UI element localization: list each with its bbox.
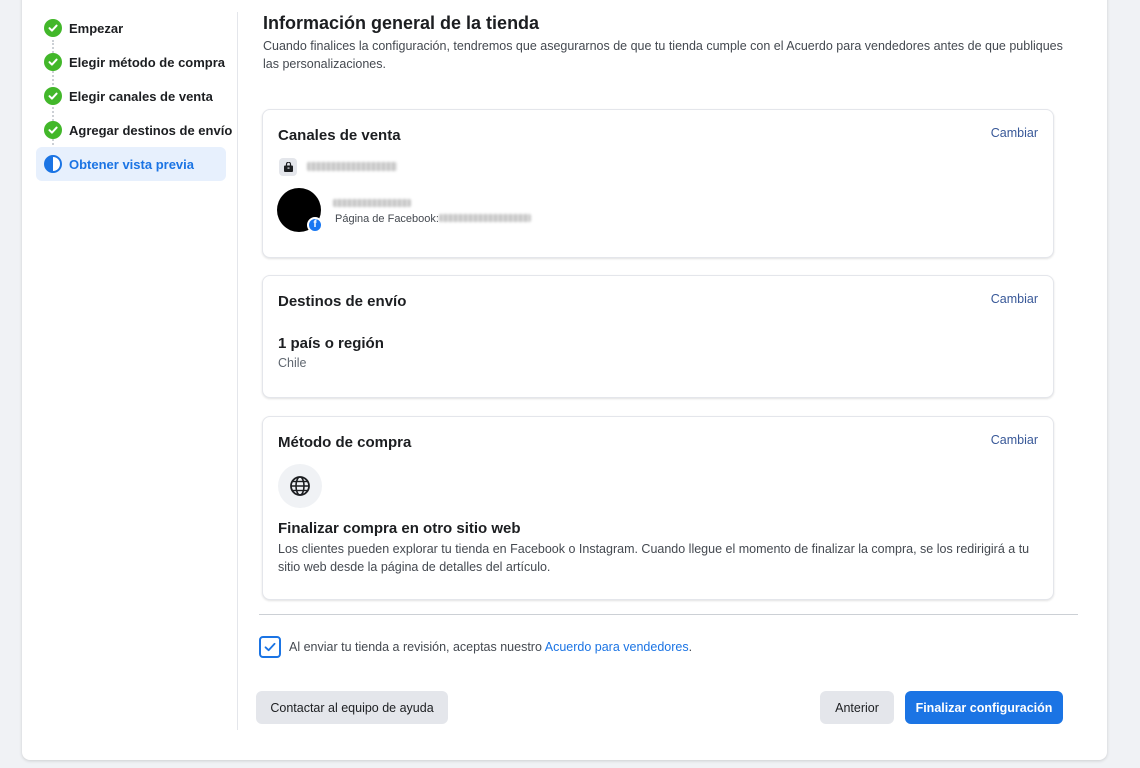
checkmark-icon [264, 642, 276, 652]
region-list: Chile [278, 356, 307, 370]
half-circle-icon [44, 155, 62, 173]
step-label: Elegir canales de venta [69, 88, 213, 104]
change-shipping-link[interactable]: Cambiar [991, 292, 1038, 306]
sales-channels-card: Canales de venta Cambiar f Página de Fac… [262, 109, 1054, 258]
step-elegir-metodo-compra[interactable]: Elegir método de compra [36, 45, 226, 79]
seller-agreement-link[interactable]: Acuerdo para vendedores [545, 640, 689, 654]
step-label: Obtener vista previa [69, 156, 194, 172]
divider [259, 614, 1078, 615]
check-circle-icon [44, 121, 62, 139]
redacted-page-id [439, 214, 531, 222]
agreement-suffix: . [688, 640, 693, 654]
back-button[interactable]: Anterior [820, 691, 894, 724]
setup-steps-sidebar: Empezar Elegir método de compra Elegir c… [36, 11, 232, 181]
redacted-page-name [333, 199, 411, 207]
step-elegir-canales-venta[interactable]: Elegir canales de venta [36, 79, 226, 113]
step-obtener-vista-previa[interactable]: Obtener vista previa [36, 147, 226, 181]
card-title: Método de compra [278, 434, 412, 451]
card-title: Canales de venta [278, 127, 401, 144]
page-subtitle: Cuando finalices la configuración, tendr… [263, 39, 1063, 71]
shop-bag-icon [279, 158, 297, 176]
globe-icon [278, 464, 322, 508]
checkout-method-description: Los clientes pueden explorar tu tienda e… [278, 542, 1030, 574]
checkout-method-card: Método de compra Cambiar Finalizar compr… [262, 416, 1054, 600]
sidebar-divider [237, 12, 238, 730]
card-title: Destinos de envío [278, 293, 407, 310]
facebook-icon: f [307, 217, 323, 233]
finish-setup-button[interactable]: Finalizar configuración [905, 691, 1063, 724]
step-empezar[interactable]: Empezar [36, 11, 226, 45]
agreement-checkbox[interactable] [259, 636, 281, 658]
check-circle-icon [44, 53, 62, 71]
step-label: Agregar destinos de envío [69, 122, 233, 138]
redacted-shop-name [307, 162, 397, 171]
main-content: Información general de la tienda Cuando … [263, 12, 1078, 73]
check-circle-icon [44, 87, 62, 105]
step-label: Empezar [69, 20, 124, 36]
contact-help-button[interactable]: Contactar al equipo de ayuda [256, 691, 448, 724]
agreement-label: Al enviar tu tienda a revisión, aceptas … [289, 640, 542, 654]
facebook-page-label: Página de Facebook: [335, 213, 439, 225]
agreement-row: Al enviar tu tienda a revisión, aceptas … [259, 636, 692, 658]
region-count: 1 país o región [278, 335, 384, 352]
change-sales-channels-link[interactable]: Cambiar [991, 126, 1038, 140]
agreement-text: Al enviar tu tienda a revisión, aceptas … [289, 640, 692, 654]
checkout-method-title: Finalizar compra en otro sitio web [278, 520, 521, 537]
step-label: Elegir método de compra [69, 54, 226, 70]
change-checkout-link[interactable]: Cambiar [991, 433, 1038, 447]
shipping-destinations-card: Destinos de envío Cambiar 1 país o regió… [262, 275, 1054, 398]
step-agregar-destinos-envio[interactable]: Agregar destinos de envío [36, 113, 232, 147]
check-circle-icon [44, 19, 62, 37]
page-title: Información general de la tienda [263, 13, 540, 33]
